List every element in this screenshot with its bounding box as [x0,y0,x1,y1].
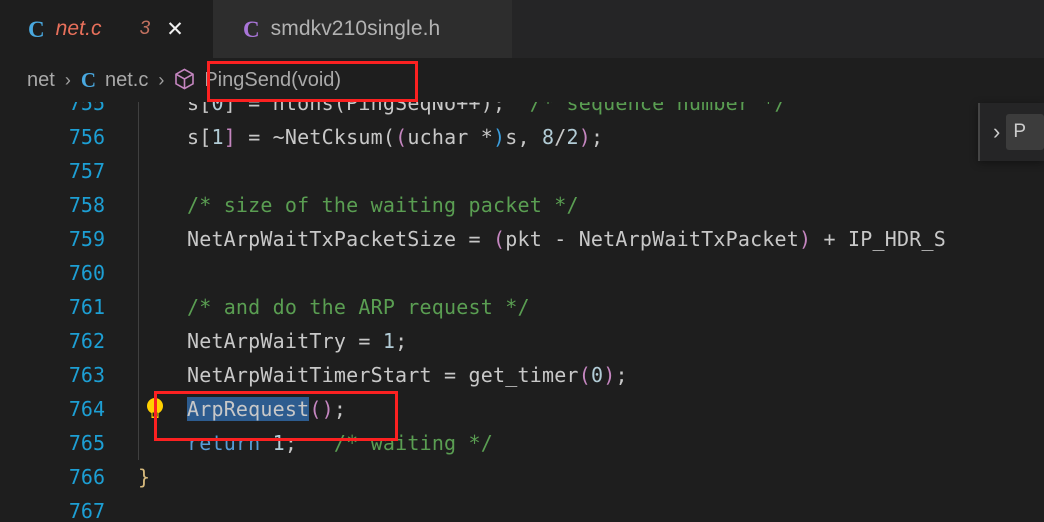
breadcrumb: net › C net.c › PingSend(void) [0,58,1044,102]
indent-guide [138,256,139,290]
vscode-editor-window: C net.c 3 ✕ C smdkv210single.h net › C n… [0,0,1044,522]
line-number: 767 [68,499,105,522]
editor-tab-bar: C net.c 3 ✕ C smdkv210single.h [0,0,1044,58]
breadcrumb-item-file[interactable]: C net.c [81,68,149,93]
line-content: /* size of the waiting packet */ [186,193,579,217]
tab-bar-empty-area [512,0,1044,58]
tab-label-net-c: net.c [55,17,102,40]
breadcrumb-label-net: net [27,68,55,91]
line-content: s[1] = ~NetCksum((uchar *)s, 8/2); [138,125,604,149]
line-number: 756 [68,125,105,149]
c-file-icon: C [28,16,45,42]
line-content: ArpRequest(); [186,397,347,421]
line-number: 764 [68,397,105,421]
c-file-icon: C [80,67,96,92]
code-line[interactable]: 763 NetArpWaitTimerStart = get_timer(0); [0,358,1044,392]
code-line[interactable]: 762 NetArpWaitTry = 1; [0,324,1044,358]
line-number: 757 [68,159,105,183]
find-widget[interactable]: › P [978,103,1044,161]
code-line[interactable]: 767 [0,494,1044,522]
tab-label-smdkv210single-h: smdkv210single.h [270,17,441,40]
code-line[interactable]: 757 [0,154,1044,188]
tab-net-c[interactable]: C net.c 3 ✕ [0,0,213,58]
tab-problem-count-badge: 3 [139,18,151,39]
code-line[interactable]: 759 NetArpWaitTxPacketSize = (pkt - NetA… [0,222,1044,256]
code-line[interactable]: 755 s[0] = htons(PingSeqNo++); /* sequen… [0,102,1044,120]
tab-smdkv210single-h[interactable]: C smdkv210single.h [213,0,512,58]
code-line[interactable]: 756 s[1] = ~NetCksum((uchar *)s, 8/2); [0,120,1044,154]
symbol-cube-icon [174,68,195,96]
chevron-right-icon-find[interactable]: › [993,121,1000,143]
breadcrumb-label-pingsend: PingSend(void) [204,68,342,91]
close-icon[interactable]: ✕ [166,19,184,40]
line-number: 763 [68,363,105,387]
line-content: NetArpWaitTimerStart = get_timer(0); [138,363,628,387]
code-line[interactable]: 761 /* and do the ARP request */ [0,290,1044,324]
line-number: 761 [68,295,105,319]
line-content: s[0] = htons(PingSeqNo++); /* sequence n… [138,102,787,115]
line-content: return 1; /* waiting */ [186,431,494,455]
line-number: 760 [68,261,105,285]
breadcrumb-label-net-c: net.c [104,68,149,91]
line-content: } [138,465,151,489]
line-number: 762 [68,329,105,353]
chevron-right-icon: › [64,70,71,90]
breadcrumb-item-symbol[interactable]: PingSend(void) [174,66,341,94]
code-line[interactable]: 760 [0,256,1044,290]
line-number: 765 [68,431,105,455]
line-number: 766 [68,465,105,489]
line-content: NetArpWaitTry = 1; [138,329,408,353]
c-header-file-icon: C [243,16,260,42]
code-line[interactable]: 764 ArpRequest(); [0,392,1044,426]
line-content: NetArpWaitTxPacketSize = (pkt - NetArpWa… [138,227,946,251]
line-content: /* and do the ARP request */ [186,295,530,319]
code-editor-area[interactable]: 755 s[0] = htons(PingSeqNo++); /* sequen… [0,102,1044,522]
code-line[interactable]: 765 return 1; /* waiting */ [0,426,1044,460]
breadcrumb-item-folder[interactable]: net [27,69,55,92]
indent-guide [138,154,139,188]
line-number: 759 [68,227,105,251]
find-input[interactable]: P [1006,114,1044,150]
chevron-right-icon-2: › [158,70,165,90]
code-line[interactable]: 758 /* size of the waiting packet */ [0,188,1044,222]
line-number: 758 [68,193,105,217]
line-number: 755 [68,102,105,115]
code-line[interactable]: 766} [0,460,1044,494]
